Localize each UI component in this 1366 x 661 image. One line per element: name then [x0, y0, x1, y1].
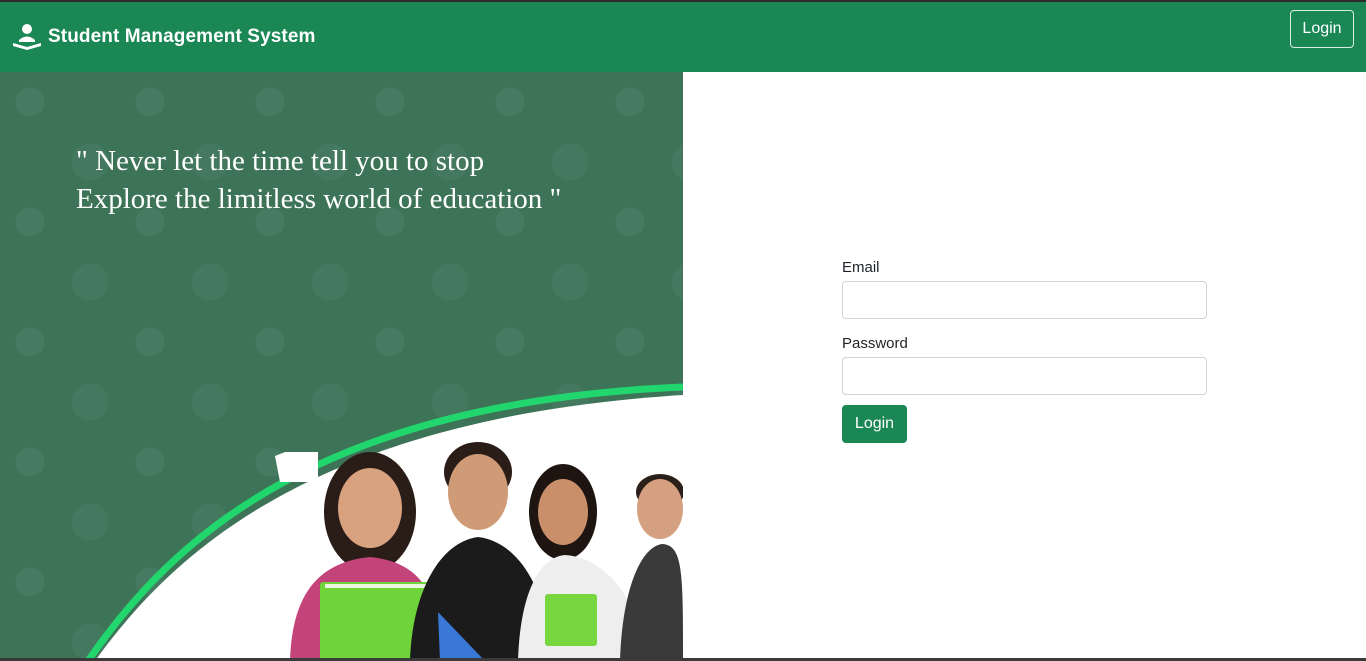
brand-title: Student Management System [48, 26, 316, 47]
top-navbar: Student Management System Login [0, 0, 1366, 72]
login-submit-button[interactable]: Login [842, 405, 907, 443]
students-holding-notebooks-photo [85, 383, 683, 661]
password-field[interactable] [842, 357, 1207, 395]
navbar-login-button[interactable]: Login [1290, 10, 1354, 48]
hero-panel: " Never let the time tell you to stop Ex… [0, 72, 683, 661]
email-field[interactable] [842, 281, 1207, 319]
reading-student-icon [12, 23, 42, 51]
password-label: Password [842, 335, 908, 352]
email-label: Email [842, 259, 880, 276]
brand-link[interactable]: Student Management System [12, 20, 316, 54]
login-form: Email Password Login [842, 259, 1207, 443]
